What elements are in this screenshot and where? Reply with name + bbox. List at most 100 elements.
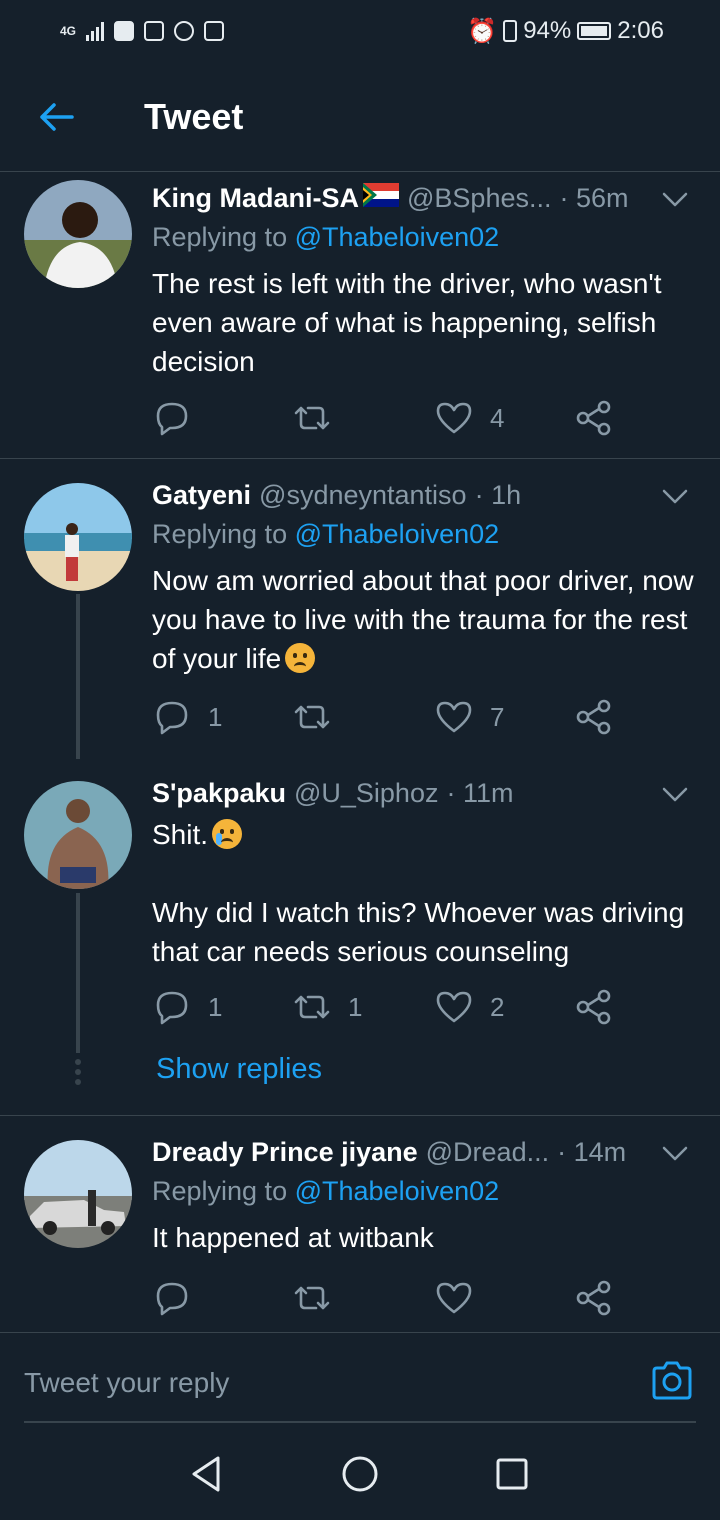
tweet-actions: 1 1 2 [152,985,622,1029]
retweet-button[interactable]: 1 [292,985,362,1029]
like-icon [436,1282,472,1314]
back-button[interactable] [28,89,84,145]
replying-to-link[interactable]: @Thabeloiven02 [295,519,500,549]
tweet-text: Now am worried about that poor driver, n… [152,565,694,674]
replying-prefix: Replying to [152,519,288,549]
retweet-button[interactable] [292,695,332,739]
display-name[interactable]: Gatyeni [152,480,251,511]
chevron-down-icon [662,489,688,504]
camera-button[interactable] [650,1361,694,1406]
replying-to-link[interactable]: @Thabeloiven02 [295,222,500,252]
reply-composer: Tweet your reply [0,1332,720,1432]
username[interactable]: @U_Siphoz [294,778,438,809]
retweet-count: 1 [348,991,363,1022]
replying-prefix: Replying to [152,1176,288,1206]
like-button[interactable]: 4 [434,396,504,440]
tweet[interactable]: S'pakpaku @U_Siphoz · 11m Shit. Why did … [0,759,720,1115]
like-icon [436,991,472,1023]
tweet-menu-button[interactable] [662,481,688,512]
reply-icon [156,701,188,735]
reply-count: 1 [208,701,223,732]
share-icon [576,400,611,436]
replying-to: Replying to @Thabeloiven02 [152,222,499,253]
camera-icon [652,1361,692,1400]
tweet-text-line1: Shit. [152,815,700,854]
tweet-actions: 4 [152,396,622,440]
show-replies-link[interactable]: Show replies [156,1053,322,1086]
tweet-menu-button[interactable] [662,184,688,215]
nav-recents-button[interactable] [494,1454,530,1499]
tweet-text-line2: Why did I watch this? Whoever was drivin… [152,897,685,967]
replying-to: Replying to @Thabeloiven02 [152,1176,499,1207]
username[interactable]: @Dread... [426,1137,549,1168]
username[interactable]: @BSphes... [407,183,551,214]
like-count: 7 [490,701,505,732]
like-button[interactable] [434,1276,474,1320]
retweet-button[interactable] [292,1276,332,1320]
timestamp: · 1h [474,479,522,510]
crying-face-emoji [212,819,243,849]
nav-back-icon [192,1456,220,1492]
vibrate-icon [503,20,518,42]
flag-icon [363,182,399,214]
tweet[interactable]: Dready Prince jiyane @Dread... · 14m Rep… [0,1116,720,1332]
reply-input[interactable]: Tweet your reply [24,1367,229,1399]
tweet-text: It happened at witbank [152,1222,434,1253]
notes-icon [204,21,225,41]
timestamp: · 56m [559,182,629,213]
display-name[interactable]: King Madani-SA [152,183,359,214]
avatar[interactable] [24,1140,132,1248]
top-app-bar: Tweet [0,62,720,172]
system-navigation-bar [0,1432,720,1520]
tweet-actions: 1 7 [152,695,622,739]
reply-button[interactable]: 1 [152,695,222,739]
thread-line [76,893,80,1053]
like-button[interactable]: 7 [434,695,504,739]
share-button[interactable] [574,695,614,739]
page-title: Tweet [144,95,244,137]
like-count: 4 [490,402,505,433]
avatar[interactable] [24,483,132,591]
status-bar: 4G ⏰ 94% 2:06 [0,0,720,62]
clock: 2:06 [617,17,664,44]
like-button[interactable]: 2 [434,985,504,1029]
nav-home-button[interactable] [340,1454,380,1499]
mail-icon [144,21,165,41]
nav-back-button[interactable] [188,1454,224,1499]
retweet-button[interactable] [292,396,332,440]
battery-icon [577,22,612,40]
replying-to: Replying to @Thabeloiven02 [152,519,499,550]
retweet-icon [294,1286,330,1310]
share-icon [576,1280,611,1316]
avatar[interactable] [24,180,132,288]
tweet[interactable]: King Madani-SA @BSphes... · 56m Replying… [0,172,720,458]
username[interactable]: @sydneyntantiso [259,480,467,511]
tweet-menu-button[interactable] [662,779,688,810]
chevron-down-icon [662,787,688,802]
tweet-menu-button[interactable] [662,1138,688,1169]
tweet[interactable]: Gatyeni @sydneyntantiso · 1h Replying to… [0,459,720,759]
like-icon [436,402,472,434]
reply-button[interactable]: 1 [152,985,222,1029]
battery-percent: 94% [523,17,572,44]
display-name[interactable]: S'pakpaku [152,778,286,809]
retweet-icon [294,705,330,729]
replying-to-link[interactable]: @Thabeloiven02 [295,1176,500,1206]
retweet-icon [294,406,330,430]
reply-button[interactable] [152,396,192,440]
avatar[interactable] [24,781,132,889]
share-button[interactable] [574,1276,614,1320]
reply-button[interactable] [152,1276,192,1320]
tweet-text: The rest is left with the driver, who wa… [152,268,662,377]
nav-home-icon [342,1456,378,1492]
share-button[interactable] [574,985,614,1029]
shield-icon [114,21,135,41]
chevron-down-icon [662,1146,688,1161]
more-replies-dots [74,1059,82,1089]
reply-icon [156,402,188,436]
tweet-header: S'pakpaku @U_Siphoz · 11m [152,775,696,811]
replying-prefix: Replying to [152,222,288,252]
display-name[interactable]: Dready Prince jiyane [152,1137,418,1168]
tweet-actions [152,1276,622,1320]
share-button[interactable] [574,396,614,440]
